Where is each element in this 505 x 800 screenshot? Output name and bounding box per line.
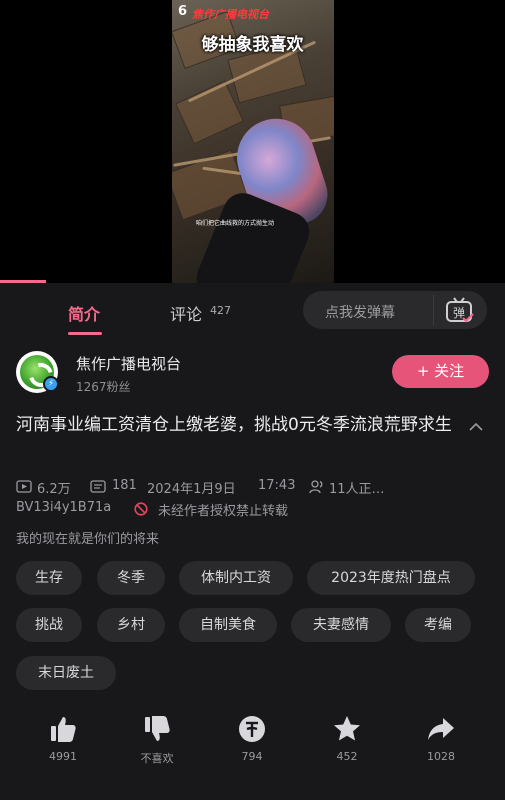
video-description: 我的现在就是你们的将来 [16,532,160,547]
share-icon [428,718,454,740]
tag-item[interactable]: 2023年度热门盘点 [307,561,475,595]
tag-item[interactable]: 末日废土 [16,656,116,690]
star-icon [334,716,360,741]
video-subtitle: 咱们把它曲线救的方式抛生动 [196,220,275,227]
publish-date: 2024年1月9日 [147,482,236,497]
favorite-button[interactable]: 452 [312,714,382,763]
tab-bar: 简介 评论 427 点我发弹幕 弹 [0,283,505,335]
tab-comments[interactable]: 评论 [170,301,202,325]
bvid: BV13i4y1B71a [16,500,112,515]
share-button[interactable]: 1028 [406,714,476,763]
view-count: 6.2万 [37,482,71,497]
bvid-row: BV13i4y1B71a 未经作者授权禁止转载 [16,500,288,519]
channel-number: 6 [178,4,189,19]
tag-item[interactable]: 考编 [405,608,471,642]
coin-icon [239,716,265,742]
no-repost-icon [134,502,148,516]
video-caption: 够抽象我喜欢 [201,35,304,55]
video-title: 河南事业编工资清仓上缴老婆，挑战0元冬季流浪荒野求生 [16,415,452,435]
video-player[interactable]: 6 焦作广播电视台 咱们把它曲线救的方式抛生动 够抽象我喜欢 [0,0,505,283]
dislike-label: 不喜欢 [140,752,174,765]
like-count: 4991 [49,750,77,763]
favorite-count: 452 [336,750,358,763]
danmaku-count-icon [90,480,106,493]
people-icon [309,480,323,494]
share-count: 1028 [427,750,455,763]
channel-logo: 焦作广播电视台 [192,8,269,21]
coin-count: 794 [241,750,263,763]
tag-item[interactable]: 自制美食 [179,608,277,642]
fans-count: 1267粉丝 [76,380,131,394]
thumbs-down-icon [145,716,170,741]
tag-item[interactable]: 冬季 [97,561,165,595]
play-count-icon [16,480,32,493]
danmaku-input[interactable]: 点我发弹幕 弹 [303,291,487,329]
dislike-button[interactable]: 不喜欢 [122,714,192,766]
tab-intro[interactable]: 简介 [68,301,100,325]
danmaku-toggle-icon[interactable]: 弹 [445,296,475,324]
tag-item[interactable]: 体制内工资 [179,561,293,595]
danmaku-count: 181 [112,478,137,493]
publish-time: 17:43 [258,478,296,493]
verified-badge-icon: ⚡ [43,376,59,392]
comments-count: 427 [210,304,231,317]
chevron-up-icon[interactable] [469,420,483,434]
tag-item[interactable]: 生存 [16,561,82,595]
watching-count: 11人正… [329,482,385,497]
tag-item[interactable]: 挑战 [16,608,82,642]
follow-button[interactable]: + 关注 [392,355,489,388]
thumbs-up-icon [51,717,76,742]
danmaku-placeholder: 点我发弹幕 [325,305,395,321]
repost-notice: 未经作者授权禁止转载 [158,504,289,519]
author-name[interactable]: 焦作广播电视台 [76,353,181,374]
like-button[interactable]: 4991 [28,714,98,763]
coin-button[interactable]: 794 [217,714,287,763]
tag-item[interactable]: 乡村 [97,608,165,642]
tag-item[interactable]: 夫妻感情 [291,608,391,642]
tab-intro-underline [68,332,102,335]
